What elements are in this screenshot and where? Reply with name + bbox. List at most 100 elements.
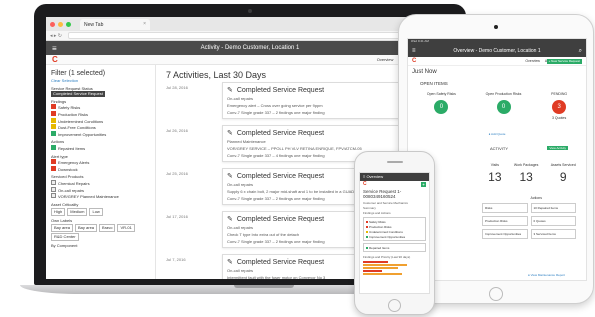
- findings-box: Safety Risks Production Risks Undetermin…: [363, 217, 426, 241]
- window-close-dot[interactable]: [50, 21, 55, 27]
- wrench-icon: ✎: [227, 216, 233, 223]
- activity-date: Jul 26, 2016: [166, 128, 188, 133]
- count-label: Assets Serviced: [550, 163, 576, 167]
- url-input[interactable]: [68, 32, 428, 39]
- tag-chip[interactable]: Bravo: [99, 224, 116, 233]
- filter-checkbox[interactable]: Emergency Alerts: [51, 159, 150, 166]
- tab-overview[interactable]: Overview: [525, 59, 540, 63]
- stat-pending[interactable]: PENDING 3 3 Quotes: [551, 92, 567, 120]
- last-updated-label: Just Now: [412, 69, 437, 75]
- activity-title: Completed Service Request: [236, 129, 325, 137]
- tab-close-icon[interactable]: ×: [143, 21, 146, 27]
- filter-checkbox[interactable]: Repaired Items: [51, 145, 150, 152]
- filter-checkbox[interactable]: Dust-Free Conditions: [51, 124, 150, 131]
- red-square-icon: [366, 220, 368, 223]
- action-item[interactable]: Repaired Items: [366, 245, 423, 250]
- app-header: ≡ Activity - Demo Customer, Location 1: [46, 41, 454, 55]
- green-square-icon: [366, 246, 368, 249]
- priority-bar: [363, 264, 408, 266]
- action-label: Repaired Items: [369, 245, 390, 250]
- status-filter-chip[interactable]: Completed Service Request: [51, 91, 105, 97]
- stat-production-risks[interactable]: Open Production Risks 0: [486, 92, 521, 120]
- priority-bars: [363, 261, 426, 275]
- tag-chip[interactable]: Bay area: [51, 224, 74, 233]
- green-square-icon: [366, 235, 368, 238]
- grid-header: [482, 196, 528, 200]
- activity-title: Completed Service Request: [236, 215, 325, 223]
- filter-checkbox[interactable]: Undetermined Conditions: [51, 118, 150, 125]
- stat-value: 0: [434, 100, 449, 114]
- menu-icon[interactable]: ≡: [412, 45, 416, 57]
- nav-arrows-icon[interactable]: ◂ ▸ ↻: [50, 33, 62, 39]
- phone-device: ≡ Overview C + Service Request 1-0080349…: [354, 151, 435, 315]
- home-button[interactable]: [489, 287, 503, 301]
- activity-title: Completed Service Request: [236, 258, 325, 266]
- page-title: Activity - Demo Customer, Location 1: [200, 45, 300, 51]
- view-activity-button[interactable]: View Activity: [547, 146, 568, 150]
- wrench-icon: ✎: [227, 130, 233, 137]
- window-minimize-dot[interactable]: [58, 21, 63, 27]
- activity-date: Jul 7, 2016: [166, 257, 186, 262]
- grid-cell[interactable]: 10 Repaired Items: [530, 203, 576, 213]
- tag-chip[interactable]: Bay area: [75, 224, 98, 233]
- count-visits: Visits 13: [488, 163, 501, 184]
- tag-chip[interactable]: R&D Center: [51, 233, 79, 241]
- filter-title: Filter (1 selected): [51, 70, 106, 77]
- grid-cell[interactable]: 3 Serviced Items: [530, 229, 576, 239]
- priority-bar: [363, 273, 403, 275]
- filter-checkbox[interactable]: On-call repairs: [51, 187, 150, 194]
- tag-chip[interactable]: VR-01: [117, 224, 135, 233]
- clear-selection-link[interactable]: Clear Selection: [51, 78, 150, 84]
- tab-overview[interactable]: Overview: [377, 57, 394, 62]
- laptop-camera: [248, 9, 252, 13]
- filter-checkbox[interactable]: Downstock: [51, 166, 150, 173]
- stat-sublabel: 3 Quotes: [552, 116, 567, 120]
- phone-header: ≡ Overview: [360, 173, 429, 181]
- finding-label: Safety Risks: [369, 219, 386, 224]
- priority-bar: [363, 261, 389, 263]
- wrench-icon: ✎: [227, 173, 233, 180]
- activity-title: Completed Service Request: [236, 86, 325, 94]
- finding-item[interactable]: Improvement Opportunities: [366, 234, 423, 239]
- tag-chip[interactable]: Medium: [67, 208, 88, 216]
- home-button[interactable]: [388, 299, 401, 312]
- maintenance-report-link[interactable]: ● View Maintenance Report: [528, 273, 565, 277]
- grid-cell[interactable]: Risks: [482, 203, 528, 213]
- stat-label: Open Safety Risks: [426, 92, 456, 96]
- chart-label: Findings and Priority (Last 90 days): [363, 254, 411, 259]
- filter-checkbox[interactable]: Production Risks: [51, 111, 150, 118]
- filter-checkbox[interactable]: Chemical Repairs: [51, 180, 150, 187]
- count-assets-serviced: Assets Serviced 9: [551, 163, 576, 184]
- yellow-square-icon: [366, 230, 368, 233]
- priority-bar: [363, 270, 382, 272]
- tag-chip[interactable]: High: [51, 208, 66, 216]
- filter-checkbox[interactable]: Safety Risks: [51, 104, 150, 111]
- filter-checkbox[interactable]: Improvement Opportunities: [51, 131, 150, 138]
- filter-checkbox[interactable]: VOR/GREY Planned Maintenance: [51, 193, 150, 200]
- activity-counts: Visits 13 Work Packages 13 Assets Serviced…: [412, 163, 582, 184]
- brand-logo[interactable]: C: [52, 55, 58, 64]
- tag-chip[interactable]: Low: [89, 208, 103, 216]
- app-subheader: C Overview Activity ⌕: [46, 55, 454, 65]
- activity-date: Jul 17, 2016: [166, 214, 188, 219]
- add-quote-link[interactable]: ● Add Quote: [412, 132, 582, 136]
- stat-safety-risks[interactable]: Open Safety Risks 0: [427, 92, 456, 120]
- finding-label: Improvement Opportunities: [369, 234, 406, 239]
- finding-label: Production Risks: [369, 224, 392, 229]
- window-zoom-dot[interactable]: [66, 21, 71, 27]
- new-request-button[interactable]: +: [421, 182, 426, 187]
- tablet-camera: [494, 25, 498, 29]
- brand-logo[interactable]: C: [363, 181, 367, 187]
- count-work-packages: Work Packages 13: [514, 163, 538, 184]
- brand-logo[interactable]: C: [412, 58, 416, 64]
- tablet-subheader: C Overview Activity + New Service Reques…: [408, 57, 586, 66]
- grid-cell[interactable]: Production Risks: [482, 216, 528, 226]
- grid-cell[interactable]: Improvement Opportunities: [482, 229, 528, 239]
- search-icon[interactable]: ⌕: [579, 45, 582, 57]
- actions-box: Repaired Items: [363, 243, 426, 252]
- new-service-request-button[interactable]: + New Service Request: [546, 59, 582, 64]
- count-value: 9: [559, 170, 567, 184]
- grid-cell[interactable]: 0 Quotes: [530, 216, 576, 226]
- red-square-icon: [366, 225, 368, 228]
- browser-tab[interactable]: New Tab ×: [80, 18, 150, 30]
